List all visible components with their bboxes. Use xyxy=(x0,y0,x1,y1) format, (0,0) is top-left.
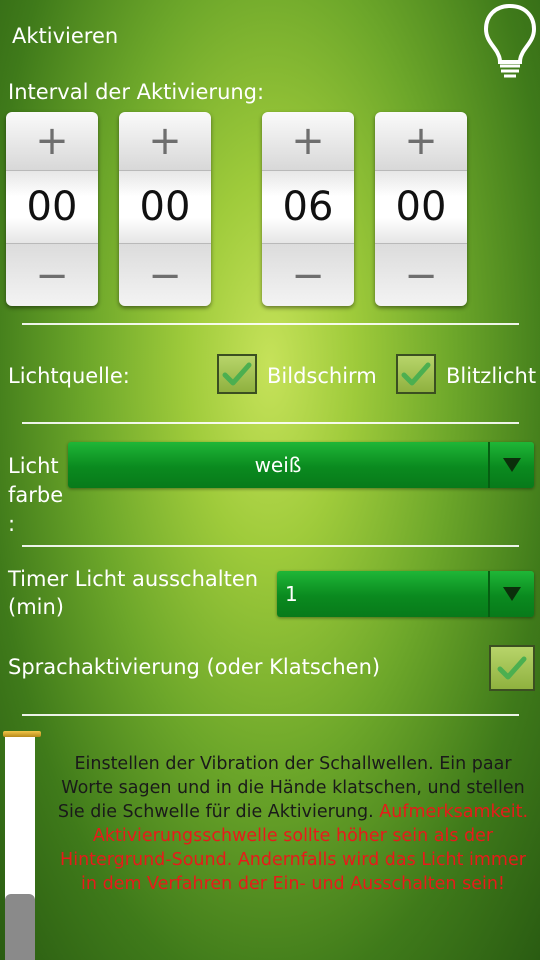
bildschirm-label[interactable]: Bildschirm xyxy=(267,362,377,391)
spinner-value[interactable]: 00 xyxy=(119,170,211,244)
check-icon xyxy=(401,362,431,386)
voice-activation-checkbox[interactable] xyxy=(489,645,535,691)
dropdown-arrow xyxy=(488,442,534,488)
triangle-down-icon xyxy=(503,587,521,601)
light-color-label-line1: Licht xyxy=(8,454,59,478)
spinner-value[interactable]: 00 xyxy=(6,170,98,244)
blitzlicht-checkbox[interactable] xyxy=(396,354,436,394)
dropdown-value: weiß xyxy=(254,453,302,477)
interval-spinner-3: + 06 − xyxy=(262,112,354,306)
increment-button[interactable]: + xyxy=(6,112,98,170)
timer-label-line2: (min) xyxy=(8,595,64,619)
interval-spinner-2: + 00 − xyxy=(119,112,211,306)
sensitivity-level-fill xyxy=(5,894,35,960)
timer-dropdown[interactable]: 1 xyxy=(277,571,534,617)
light-color-label-line3: : xyxy=(8,512,16,536)
interval-label: Interval der Aktivierung: xyxy=(8,80,265,104)
interval-spinner-1: + 00 − xyxy=(6,112,98,306)
decrement-button[interactable]: − xyxy=(6,244,98,306)
divider xyxy=(22,323,519,325)
spinner-value[interactable]: 00 xyxy=(375,170,467,244)
increment-button[interactable]: + xyxy=(262,112,354,170)
light-color-dropdown[interactable]: weiß xyxy=(68,442,534,488)
divider xyxy=(22,422,519,424)
dropdown-arrow xyxy=(488,571,534,617)
divider xyxy=(22,714,519,716)
bildschirm-checkbox[interactable] xyxy=(217,354,257,394)
check-icon xyxy=(222,362,252,386)
dropdown-value: 1 xyxy=(285,582,298,606)
blitzlicht-label[interactable]: Blitzlicht xyxy=(446,362,536,391)
decrement-button[interactable]: − xyxy=(375,244,467,306)
divider xyxy=(22,545,519,547)
interval-spinner-4: + 00 − xyxy=(375,112,467,306)
info-text: Einstellen der Vibration der Schallwelle… xyxy=(54,752,532,896)
increment-button[interactable]: + xyxy=(375,112,467,170)
check-icon xyxy=(497,656,527,680)
light-source-label: Lichtquelle: xyxy=(8,364,130,388)
page-title: Aktivieren xyxy=(12,24,119,48)
decrement-button[interactable]: − xyxy=(119,244,211,306)
lightbulb-icon[interactable] xyxy=(482,2,538,78)
decrement-button[interactable]: − xyxy=(262,244,354,306)
timer-label-line1: Timer Licht ausschalten xyxy=(8,567,259,591)
light-color-label-line2: farbe xyxy=(8,483,64,507)
slider-handle[interactable] xyxy=(3,731,41,737)
increment-button[interactable]: + xyxy=(119,112,211,170)
spinner-value[interactable]: 06 xyxy=(262,170,354,244)
voice-activation-label: Sprachaktivierung (oder Klatschen) xyxy=(8,655,381,679)
triangle-down-icon xyxy=(503,458,521,472)
